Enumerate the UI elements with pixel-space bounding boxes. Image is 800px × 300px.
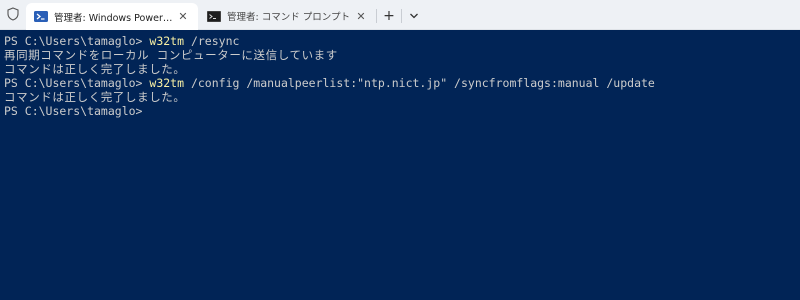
command-args: /resync [184, 34, 240, 48]
powershell-icon [34, 11, 48, 23]
terminal-output-line: 再同期コマンドをローカル コンピューターに送信しています [4, 48, 338, 62]
close-tab-icon[interactable]: ✕ [174, 8, 192, 26]
tab-command-prompt[interactable]: 管理者: コマンド プロンプト ✕ [198, 3, 376, 29]
dropdown-button[interactable] [402, 3, 426, 29]
command-name: w32tm [149, 76, 185, 90]
terminal-window: 管理者: Windows PowerShell ✕ 管理者: コマンド プロンプ… [0, 0, 800, 300]
terminal-output-line: コマンドは正しく完了しました。 [4, 90, 186, 104]
admin-shield-icon [0, 0, 26, 29]
command-name: w32tm [149, 34, 185, 48]
prompt: PS C:\Users\tamaglo> [4, 34, 150, 48]
tab-bar: 管理者: Windows PowerShell ✕ 管理者: コマンド プロンプ… [0, 0, 800, 30]
command-args: /config /manualpeerlist:"ntp.nict.jp" /s… [184, 76, 655, 90]
tab-powershell[interactable]: 管理者: Windows PowerShell ✕ [26, 3, 198, 30]
tab-title: 管理者: コマンド プロンプト [227, 12, 350, 23]
prompt: PS C:\Users\tamaglo> [4, 76, 150, 90]
terminal-line: PS C:\Users\tamaglo> [4, 104, 800, 118]
prompt: PS C:\Users\tamaglo> [4, 104, 143, 118]
new-tab-button[interactable]: + [377, 3, 401, 29]
chevron-down-icon [410, 13, 418, 19]
cmd-icon [207, 10, 221, 22]
terminal-output-line: コマンドは正しく完了しました。 [4, 62, 186, 76]
close-tab-icon[interactable]: ✕ [352, 7, 370, 25]
tab-title: 管理者: Windows PowerShell [54, 12, 174, 24]
terminal-output[interactable]: PS C:\Users\tamaglo> w32tm /resync 再同期コマ… [0, 30, 800, 300]
terminal-line: PS C:\Users\tamaglo> w32tm /config /manu… [4, 76, 800, 90]
terminal-line: PS C:\Users\tamaglo> w32tm /resync [4, 34, 800, 48]
